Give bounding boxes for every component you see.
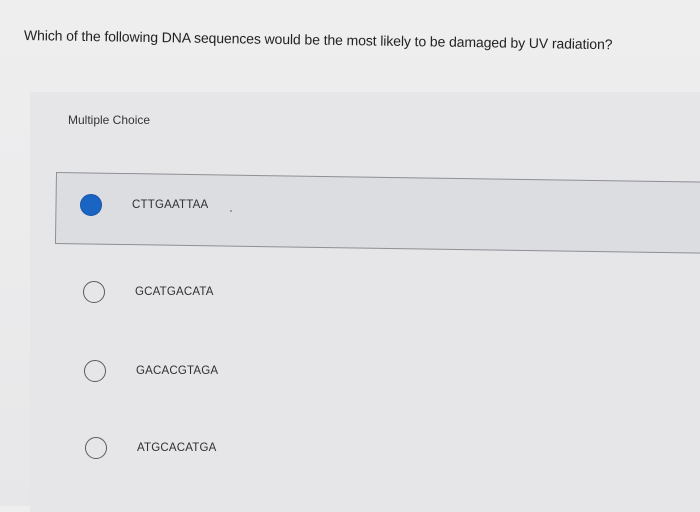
radio-selected-icon[interactable] [80,194,102,216]
question-type-label: Multiple Choice [68,113,151,127]
choice-label: GCATGACATA [135,286,214,298]
choice-option-1[interactable]: CTTGAATTAA [80,194,208,216]
choice-option-3[interactable]: GACACGTAGA [84,360,218,382]
question-text: Which of the following DNA sequences wou… [23,27,613,53]
radio-unselected-icon[interactable] [84,360,106,382]
choice-label: CTTGAATTAA [132,199,209,211]
stray-mark [230,210,232,212]
radio-unselected-icon[interactable] [85,437,107,459]
choice-option-4[interactable]: ATGCACATGA [85,437,217,459]
choice-label: GACACGTAGA [136,365,219,377]
choice-label: ATGCACATGA [137,442,217,454]
choice-option-2[interactable]: GCATGACATA [83,281,214,303]
radio-unselected-icon[interactable] [83,281,105,303]
